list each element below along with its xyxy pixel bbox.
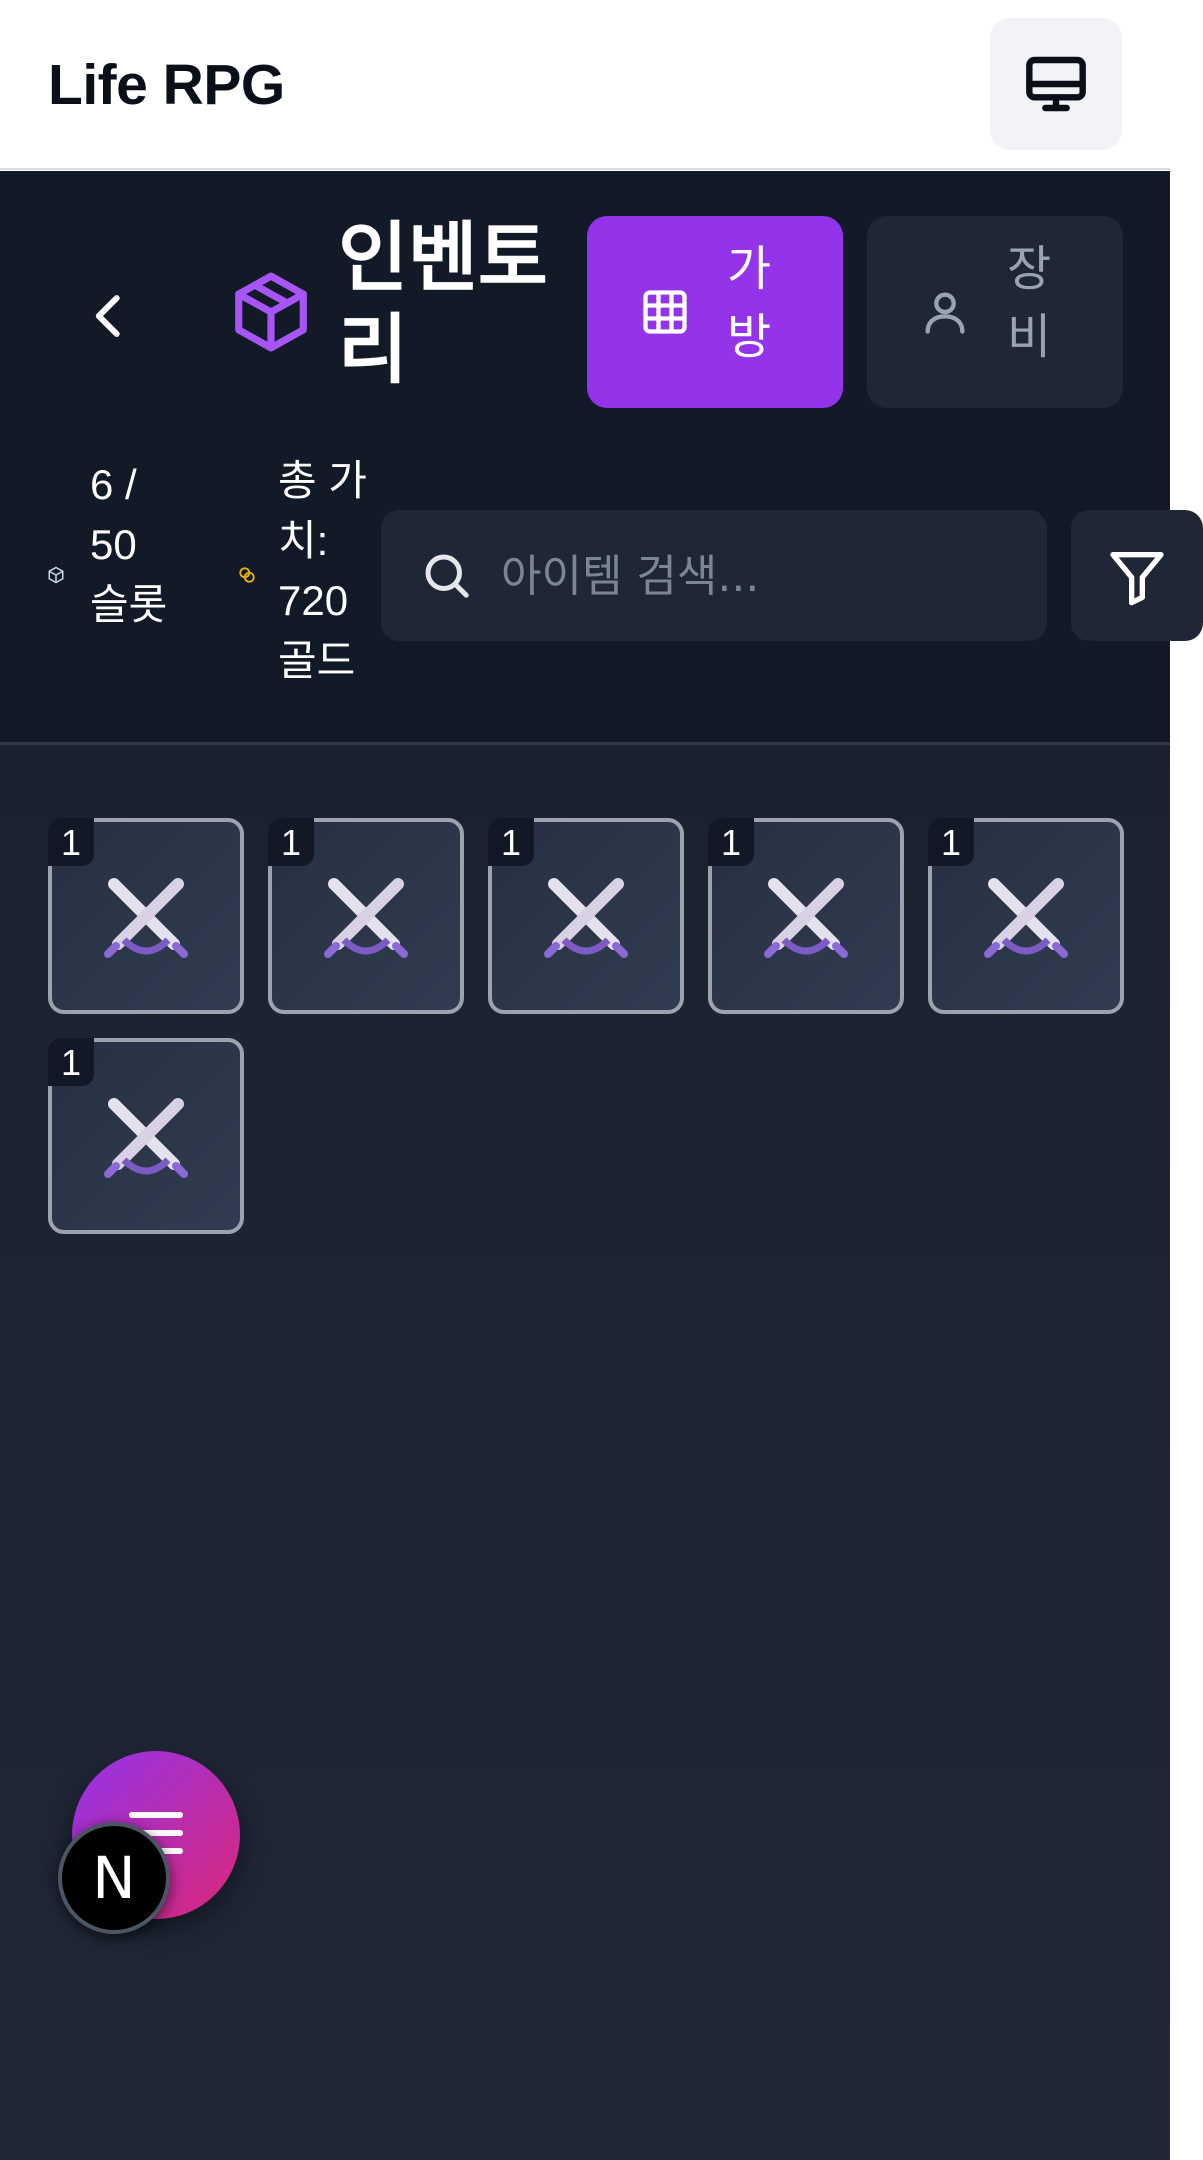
tab-equipment-label: 장비 [1007, 243, 1052, 364]
cube-icon [48, 566, 64, 584]
item-quantity: 1 [928, 818, 974, 866]
crossed-swords-icon [324, 878, 408, 958]
filter-icon [1110, 551, 1164, 605]
chevron-left-icon [95, 295, 120, 337]
item-quantity: 1 [268, 818, 314, 866]
total-value: 총 가치: 720 골드 [278, 457, 367, 684]
item-slot[interactable]: 1 [488, 818, 684, 1014]
grid-icon [643, 290, 687, 334]
monitor-icon [1026, 56, 1086, 112]
inventory-header: 인벤토리 가방 장비 6 / 50 슬롯 총 가치: 720 골드 아이템 검색… [0, 171, 1203, 745]
item-slot[interactable]: 1 [268, 818, 464, 1014]
back-button[interactable] [80, 286, 140, 346]
crossed-swords-icon [764, 878, 848, 958]
tab-bag-label: 가방 [727, 243, 772, 364]
dev-tools-badge[interactable]: N [58, 1822, 170, 1934]
item-quantity: 1 [48, 818, 94, 866]
tab-equipment[interactable]: 장비 [867, 216, 1123, 408]
item-slot[interactable]: 1 [928, 818, 1124, 1014]
search-box [381, 510, 1047, 641]
crossed-swords-icon [544, 878, 628, 958]
item-slot[interactable]: 1 [48, 1038, 244, 1234]
item-slot[interactable]: 1 [48, 818, 244, 1014]
search-input[interactable] [501, 540, 1021, 612]
filter-button[interactable] [1071, 510, 1203, 641]
top-bar: Life RPG [0, 0, 1170, 170]
user-icon [925, 292, 965, 334]
item-slot[interactable]: 1 [708, 818, 904, 1014]
package-icon [235, 272, 307, 352]
coins-icon [239, 567, 255, 583]
item-quantity: 1 [708, 818, 754, 866]
crossed-swords-icon [104, 1098, 188, 1178]
item-quantity: 1 [48, 1038, 94, 1086]
slot-count: 6 / 50 슬롯 [90, 461, 168, 628]
display-mode-button[interactable] [990, 18, 1122, 150]
item-quantity: 1 [488, 818, 534, 866]
crossed-swords-icon [104, 878, 188, 958]
page-title: 인벤토리 [338, 216, 548, 393]
crossed-swords-icon [984, 878, 1068, 958]
app-title: Life RPG [48, 53, 285, 117]
tab-bag[interactable]: 가방 [587, 216, 843, 408]
search-icon [425, 554, 469, 598]
